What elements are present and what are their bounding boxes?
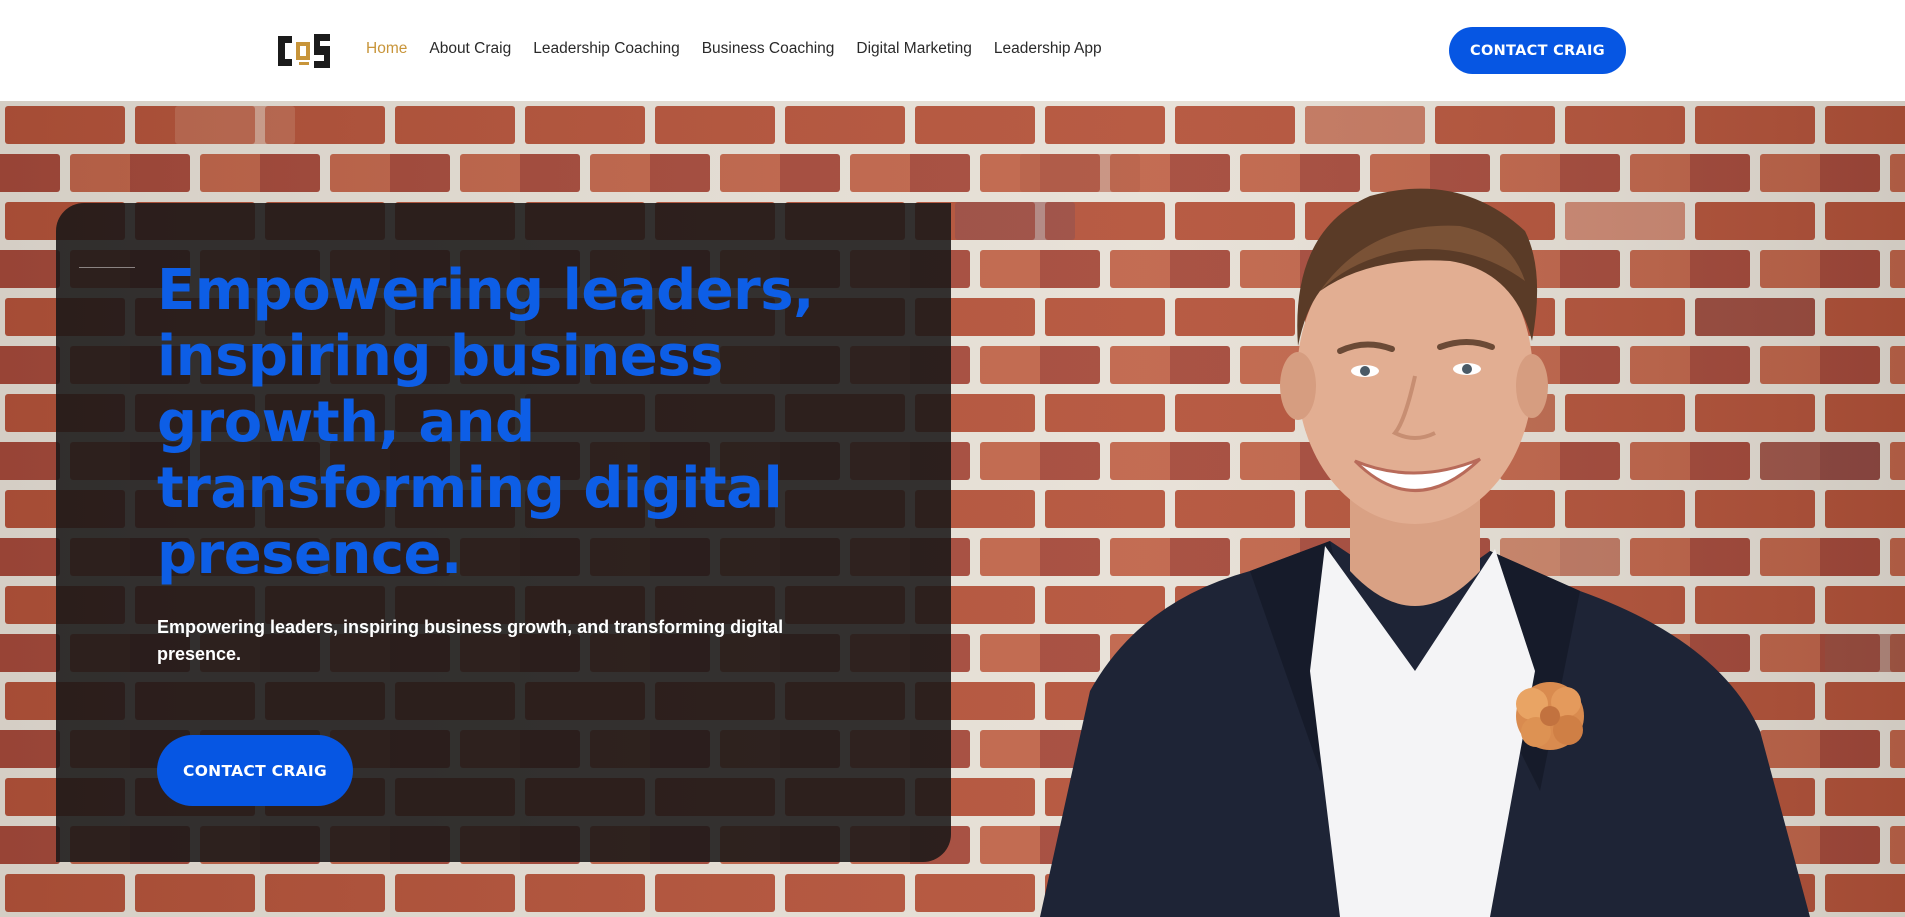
cqs-logo-icon <box>275 30 333 72</box>
hero-subtitle: Empowering leaders, inspiring business g… <box>157 617 784 664</box>
site-header: Home About Craig Leadership Coaching Bus… <box>0 0 1905 101</box>
craig-portrait <box>1040 188 1810 917</box>
header-contact-button[interactable]: CONTACT CRAIG <box>1449 27 1626 74</box>
nav-item-home[interactable]: Home <box>366 40 407 58</box>
nav-item-about-craig[interactable]: About Craig <box>429 40 511 58</box>
nav-item-digital-marketing[interactable]: Digital Marketing <box>856 40 971 58</box>
hero-contact-button[interactable]: CONTACT CRAIG <box>157 735 353 806</box>
nav-item-leadership-app[interactable]: Leadership App <box>994 40 1102 58</box>
hero-title: Empowering leaders, inspiring business g… <box>157 258 814 587</box>
main-nav: Home About Craig Leadership Coaching Bus… <box>366 40 1124 58</box>
nav-item-business-coaching[interactable]: Business Coaching <box>702 40 835 58</box>
decorative-rule <box>79 267 135 268</box>
site-logo[interactable] <box>275 30 333 72</box>
nav-item-leadership-coaching[interactable]: Leadership Coaching <box>533 40 680 58</box>
